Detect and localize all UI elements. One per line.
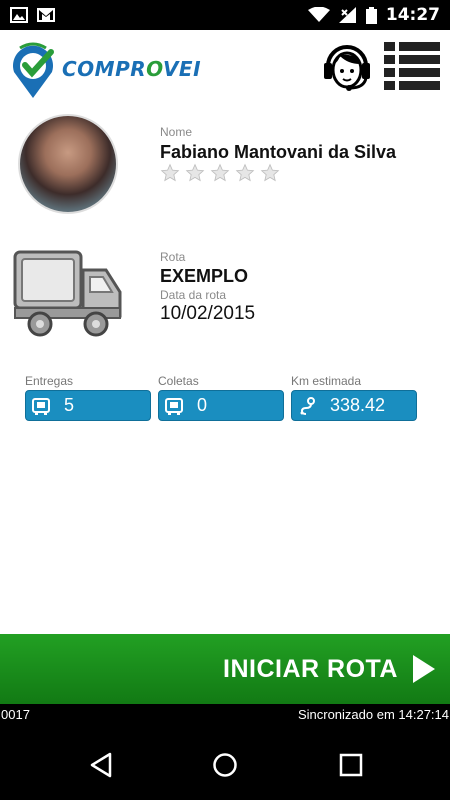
route-name: EXEMPLO [160,266,249,286]
entregas-value: 5 [64,395,75,415]
star-icon [235,163,255,182]
entregas-stat[interactable]: 5 [25,390,151,421]
android-nav-bar [0,724,450,800]
start-route-label: INICIAR ROTA [223,654,398,683]
route-date-label: Data da rota [160,288,227,302]
sync-status: Sincronizado em 14:27:14 [297,706,449,722]
km-label: Km estimada [291,374,362,388]
star-icon [210,163,230,182]
app-header: COMPROVEI [0,30,450,106]
logo-pin-icon [13,42,54,98]
route-date: 10/02/2015 [160,303,256,324]
play-arrow-icon [413,655,435,683]
driver-rating [160,163,280,183]
comprovei-logo: COMPROVEI [6,38,201,100]
driver-name: Fabiano Mantovani da Silva [160,142,397,162]
km-value: 338.42 [330,395,386,415]
coletas-label: Coletas [158,374,199,388]
km-stat[interactable]: 338.42 [291,390,417,421]
route-icon [300,396,315,415]
truck-icon [13,250,122,337]
battery-icon [365,6,377,24]
device-code: 0017 [1,706,30,722]
recents-icon[interactable] [338,752,364,778]
sync-footer: 0017 Sincronizado em 14:27:14 [0,704,450,724]
menu-list-icon[interactable] [384,42,440,92]
back-icon[interactable] [88,752,114,778]
wifi-icon [307,7,330,22]
logo-text: COMPROVEI [62,57,202,81]
clock: 14:27 [385,5,440,25]
box-icon [32,397,50,415]
name-label: Nome [160,125,193,139]
signal-icon [338,7,356,23]
driver-avatar [18,114,118,214]
start-route-button[interactable]: INICIAR ROTA [0,634,450,704]
star-icon [185,163,205,182]
gmail-notification-icon [37,8,55,22]
support-headset-icon[interactable] [318,38,376,96]
coletas-stat[interactable]: 0 [158,390,284,421]
home-icon[interactable] [212,752,238,778]
route-label: Rota [160,250,186,264]
status-bar: 14:27 [0,0,450,30]
star-icon [260,163,280,182]
image-notification-icon [10,7,28,23]
star-icon [160,163,180,182]
coletas-value: 0 [197,395,208,415]
box-icon [165,397,183,415]
entregas-label: Entregas [25,374,74,388]
